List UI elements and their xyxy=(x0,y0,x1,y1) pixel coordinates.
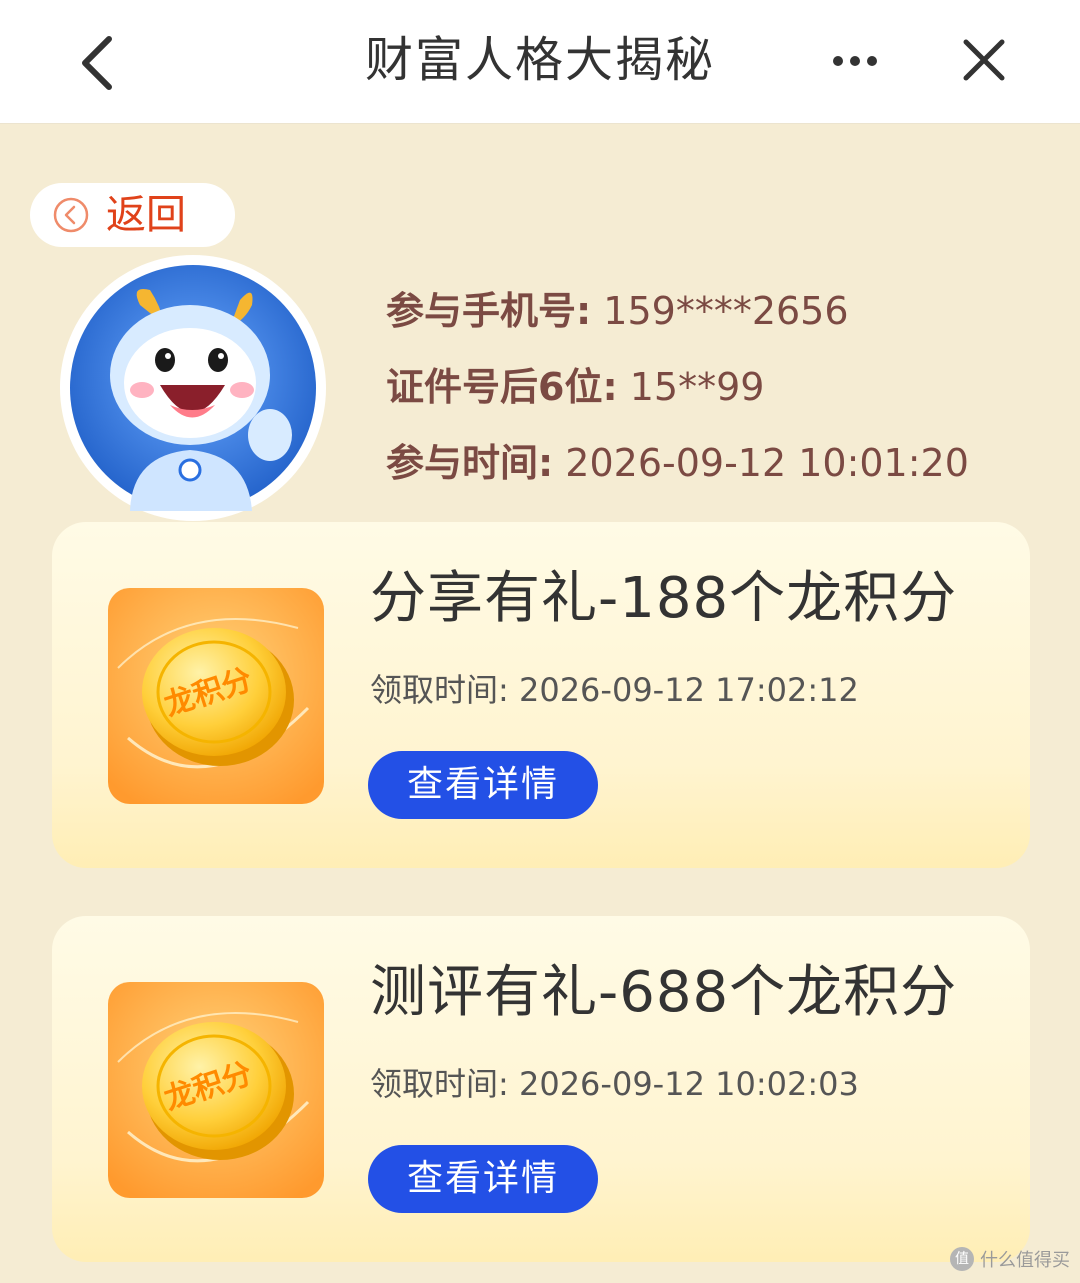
watermark-text: 什么值得买 xyxy=(980,1250,1070,1271)
participation-time-row: 参与时间: 2026-09-12 10:01:20 xyxy=(386,440,969,486)
watermark: 值 什么值得买 xyxy=(950,1246,1070,1272)
watermark-icon: 值 xyxy=(950,1247,974,1271)
back-pill-button[interactable]: 返回 xyxy=(30,183,235,247)
claim-time: 领取时间: 2026-09-12 10:02:03 xyxy=(370,1064,859,1104)
phone-label: 参与手机号: xyxy=(386,289,592,333)
coin-icon: 龙积分 xyxy=(108,588,324,804)
reward-title: 分享有礼-188个龙积分 xyxy=(370,566,958,631)
participation-info: 参与手机号: 159****2656 证件号后6位: 15**99 参与时间: … xyxy=(386,288,969,516)
claim-time-label: 领取时间: xyxy=(370,1065,509,1103)
more-dots-icon xyxy=(833,56,877,66)
reward-card: 龙积分 分享有礼-188个龙积分 领取时间: 2026-09-12 17:02:… xyxy=(52,522,1030,868)
participation-time-value: 2026-09-12 10:01:20 xyxy=(565,441,969,485)
coin-icon: 龙积分 xyxy=(108,982,324,1198)
close-icon xyxy=(963,39,1005,81)
view-details-button[interactable]: 查看详情 xyxy=(368,751,598,819)
id-row: 证件号后6位: 15**99 xyxy=(386,364,969,410)
coin-thumbnail: 龙积分 xyxy=(108,982,324,1198)
phone-value: 159****2656 xyxy=(603,289,849,333)
claim-time: 领取时间: 2026-09-12 17:02:12 xyxy=(370,670,859,710)
more-button[interactable] xyxy=(822,36,888,86)
id-value: 15**99 xyxy=(629,365,765,409)
claim-time-value: 2026-09-12 17:02:12 xyxy=(518,671,859,709)
coin-thumbnail: 龙积分 xyxy=(108,588,324,804)
top-nav-bar: 财富人格大揭秘 xyxy=(0,0,1080,124)
claim-time-label: 领取时间: xyxy=(370,671,509,709)
participation-time-label: 参与时间: xyxy=(386,441,554,485)
reward-title: 测评有礼-688个龙积分 xyxy=(370,960,958,1025)
phone-row: 参与手机号: 159****2656 xyxy=(386,288,969,334)
view-details-button[interactable]: 查看详情 xyxy=(368,1145,598,1213)
claim-time-value: 2026-09-12 10:02:03 xyxy=(518,1065,859,1103)
id-label: 证件号后6位: xyxy=(386,365,618,409)
page-title: 财富人格大揭秘 xyxy=(364,32,715,88)
circle-chevron-left-icon xyxy=(53,197,89,233)
close-button[interactable] xyxy=(950,26,1018,94)
back-pill-label: 返回 xyxy=(106,192,186,238)
reward-card: 龙积分 测评有礼-688个龙积分 领取时间: 2026-09-12 10:02:… xyxy=(52,916,1030,1262)
dragon-mascot-icon xyxy=(70,265,316,511)
avatar xyxy=(60,255,326,521)
